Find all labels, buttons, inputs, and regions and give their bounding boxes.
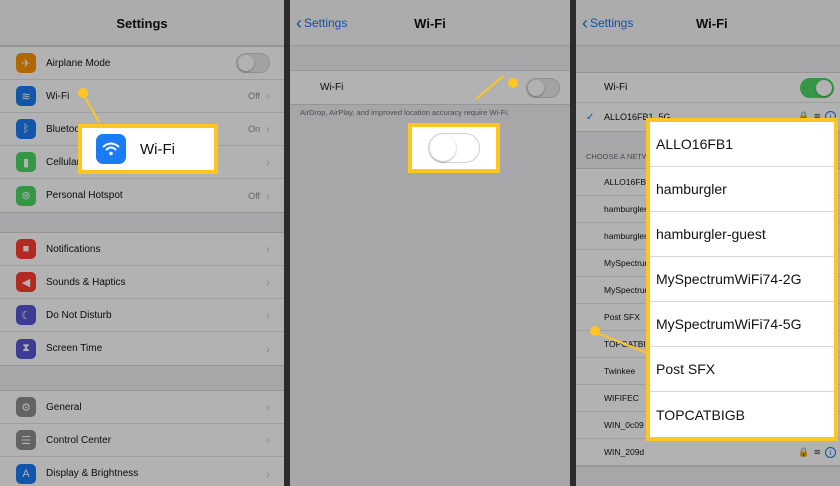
- callout-network-item[interactable]: Post SFX: [650, 347, 834, 392]
- chevron-right-icon: ›: [266, 308, 270, 322]
- settings-row[interactable]: ⚙ General ›: [0, 391, 284, 424]
- wifi-icon: ≋: [16, 86, 36, 106]
- wifi-toggle-group: Wi-Fi: [290, 70, 570, 105]
- back-button[interactable]: ‹ Settings: [582, 13, 634, 33]
- wifi-off-panel: ‹ Settings Wi-Fi Wi-Fi AirDrop, AirPlay, …: [290, 0, 570, 486]
- wifi-callout-label: Wi-Fi: [140, 140, 175, 158]
- network-status-icons: 🔒≋ i: [798, 447, 836, 458]
- settings-row-label: Notifications: [46, 243, 101, 255]
- network-name: hamburgler: [604, 204, 647, 214]
- settings-row[interactable]: ■ Notifications ›: [0, 233, 284, 266]
- settings-row-label: Display & Brightness: [46, 468, 139, 479]
- moon-icon: ☾: [16, 305, 36, 325]
- control-center-icon: ☰: [16, 430, 36, 450]
- wifi-on-panel: ‹ Settings Wi-Fi Wi-Fi ✓ ALLO16FB1_5G 🔒 ≋ i…: [576, 0, 840, 486]
- chevron-right-icon: ›: [266, 341, 270, 356]
- airplane-mode-toggle[interactable]: [236, 53, 270, 73]
- settings-row[interactable]: ≋ Wi-Fi Off ›: [0, 80, 284, 113]
- info-icon[interactable]: i: [825, 447, 836, 458]
- wifi-off-navbar: ‹ Settings Wi-Fi: [290, 0, 570, 46]
- wifi-toggle-row: Wi-Fi: [576, 73, 840, 103]
- chevron-right-icon: ›: [266, 89, 270, 103]
- settings-row[interactable]: ☾ Do Not Disturb ›: [0, 299, 284, 332]
- toggle-callout: [408, 123, 500, 173]
- settings-title: Settings: [116, 16, 168, 31]
- network-name: WIFIFEC: [604, 393, 639, 403]
- network-row[interactable]: WIN_209d 🔒 ≋ i: [576, 439, 840, 466]
- back-label: Settings: [590, 16, 634, 30]
- chevron-right-icon: ›: [266, 122, 270, 136]
- wifi-on-navbar: ‹ Settings Wi-Fi: [576, 0, 840, 46]
- settings-row-label: Wi-Fi: [46, 90, 70, 102]
- wifi-footnote: AirDrop, AirPlay, and improved location …: [300, 108, 510, 117]
- wifi-signal-icon: ≋: [813, 447, 821, 457]
- settings-row[interactable]: ✈ Airplane Mode: [0, 47, 284, 80]
- settings-row[interactable]: ☰ Control Center ›: [0, 424, 284, 457]
- settings-row-label: Personal Hotspot: [46, 190, 123, 201]
- network-name: Post SFX: [604, 312, 640, 322]
- network-name: Twinkee: [604, 366, 636, 376]
- settings-row-label: Do Not Disturb: [46, 309, 112, 321]
- chevron-right-icon: ›: [266, 400, 270, 414]
- bluetooth-icon: ᛒ: [16, 119, 36, 139]
- network-name: WIN_0c09: [604, 420, 644, 430]
- settings-row[interactable]: ⊛ Personal Hotspot Off ›: [0, 179, 284, 212]
- callout-network-item[interactable]: TOPCATBIGB: [650, 392, 834, 437]
- wifi-icon: [96, 134, 126, 164]
- callout-network-item[interactable]: ALLO16FB1: [650, 122, 834, 167]
- airplane-icon: ✈: [16, 53, 36, 73]
- wifi-toggle-row: Wi-Fi: [290, 71, 570, 104]
- chevron-left-icon: ‹: [582, 13, 588, 33]
- wifi-row-label: Wi-Fi: [604, 82, 628, 93]
- wifi-toggle[interactable]: [800, 77, 834, 98]
- hotspot-icon: ⊛: [16, 185, 36, 206]
- network-name: WIN_209d: [604, 447, 645, 457]
- display-icon: A: [16, 463, 36, 484]
- chevron-right-icon: ›: [266, 155, 270, 169]
- settings-row-label: General: [46, 401, 82, 413]
- gear-icon: ⚙: [16, 397, 36, 417]
- settings-row[interactable]: ⧗ Screen Time ›: [0, 332, 284, 365]
- chevron-right-icon: ›: [266, 242, 270, 256]
- callout-dot: [508, 78, 518, 88]
- settings-row-label: Control Center: [46, 434, 112, 446]
- settings-group: ⚙ General › ☰ Control Center › A Display & Brig…: [0, 390, 284, 486]
- networks-callout: ALLO16FB1 hamburgler hamburgler-guest MySpe…: [646, 118, 838, 441]
- callout-network-item[interactable]: MySpectrumWiFi74-5G: [650, 302, 834, 347]
- settings-row-label: Airplane Mode: [46, 57, 111, 69]
- hourglass-icon: ⧗: [16, 338, 36, 359]
- settings-row-label: Screen Time: [46, 343, 103, 354]
- settings-group: ■ Notifications › ◀ Sounds & Haptics › ☾ Do Not…: [0, 232, 284, 366]
- settings-row-value: Off: [248, 190, 260, 201]
- notifications-icon: ■: [16, 239, 36, 259]
- settings-row[interactable]: ◀ Sounds & Haptics ›: [0, 266, 284, 299]
- settings-navbar: Settings: [0, 0, 284, 46]
- settings-panel: Settings ✈ Airplane Mode ≋ Wi-Fi Off › ᛒ Blueto…: [0, 0, 284, 486]
- wifi-toggle-enlarged[interactable]: [428, 133, 480, 163]
- network-name: ALLO16FB1: [604, 177, 651, 187]
- cellular-icon: ▮: [16, 152, 36, 172]
- callout-network-item[interactable]: hamburgler-guest: [650, 212, 834, 257]
- settings-row-label: Sounds & Haptics: [46, 276, 126, 288]
- wifi-callout: Wi-Fi: [78, 124, 218, 174]
- wifi-title: Wi-Fi: [696, 16, 728, 31]
- wifi-toggle[interactable]: [526, 77, 560, 98]
- chevron-right-icon: ›: [266, 275, 270, 289]
- sounds-icon: ◀: [16, 272, 36, 292]
- checkmark-icon: ✓: [586, 111, 595, 123]
- wifi-title: Wi-Fi: [414, 16, 446, 31]
- settings-row-value: Off: [248, 91, 260, 101]
- settings-row-value: On: [247, 124, 260, 134]
- callout-network-item[interactable]: hamburgler: [650, 167, 834, 212]
- chevron-right-icon: ›: [266, 188, 270, 203]
- settings-row[interactable]: A Display & Brightness ›: [0, 457, 284, 486]
- chevron-right-icon: ›: [266, 433, 270, 447]
- lock-icon: 🔒: [798, 447, 810, 457]
- callout-network-item[interactable]: MySpectrumWiFi74-2G: [650, 257, 834, 302]
- chevron-right-icon: ›: [266, 466, 270, 481]
